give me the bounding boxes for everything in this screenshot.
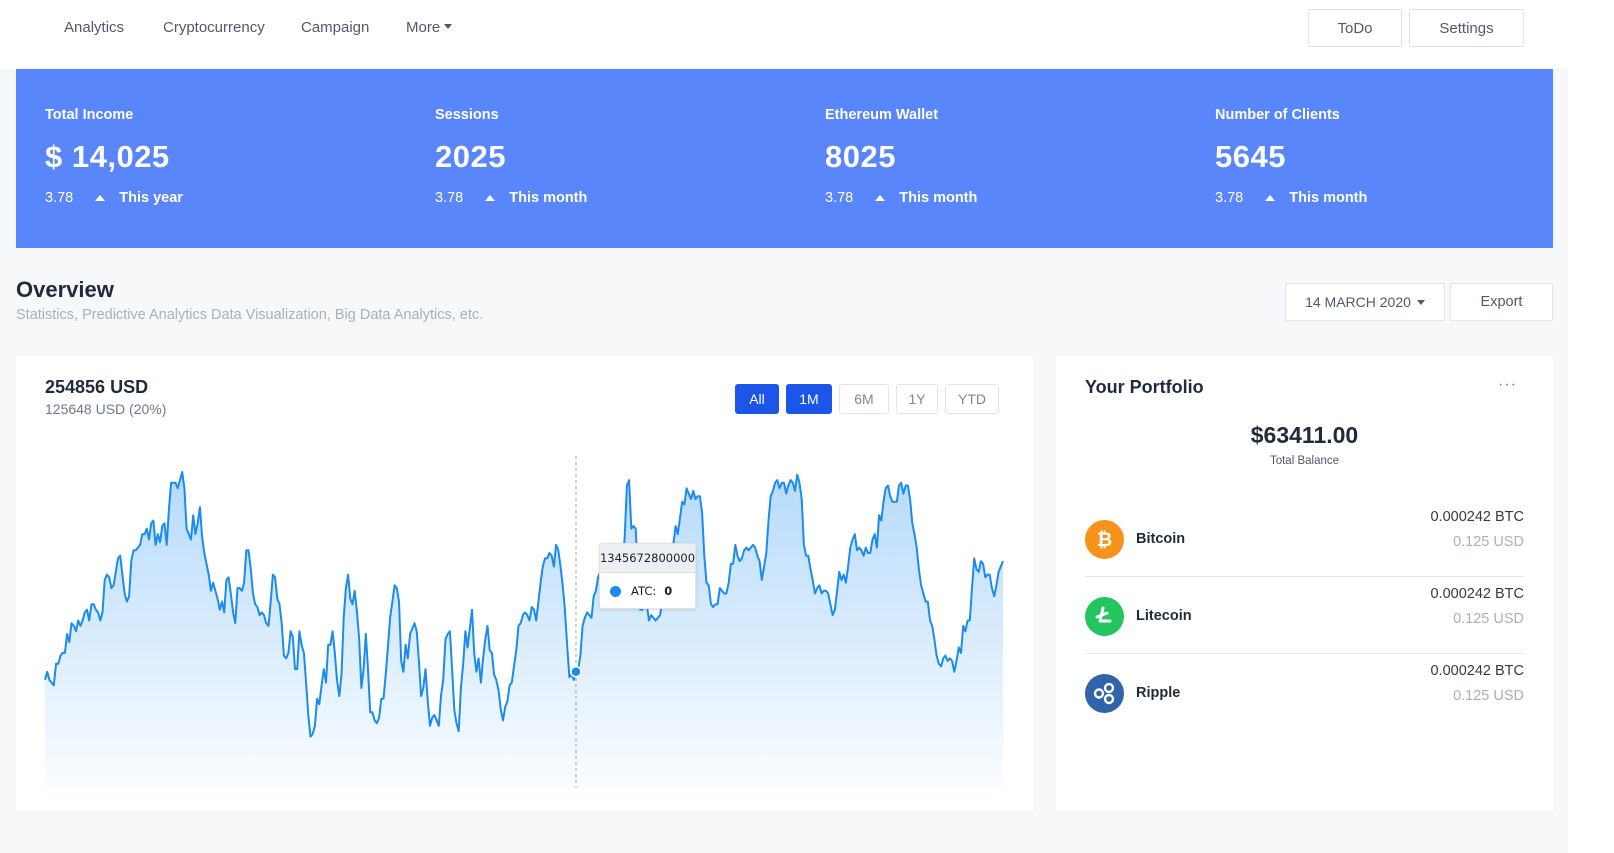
arrow-up-icon [95,195,106,201]
export-button[interactable]: Export [1450,283,1553,321]
chart-sub-amount: 125648 USD (20%) [45,401,167,417]
range-1m-button[interactable]: 1M [786,384,832,414]
stat-label: Ethereum Wallet [825,107,939,123]
range-6m-button[interactable]: 6M [839,384,889,414]
stat-change: 3.78 This month [435,190,587,206]
tooltip-value: 0 [664,584,673,598]
coin-btc-amount: 0.000242 BTC [1430,663,1524,679]
chart-total-amount: 254856 USD [45,377,149,397]
nav-more-dropdown[interactable]: More [406,19,453,37]
coin-name: Ripple [1136,685,1181,701]
stat-total-income: Total Income $ 14,025 3.78 This year [45,69,425,248]
stat-ethereum-wallet: Ethereum Wallet 8025 3.78 This month [825,69,1205,248]
stat-value: 5645 [1215,139,1286,174]
caret-down-icon [1416,299,1425,305]
more-options-icon[interactable]: ··· [1498,376,1517,394]
nav-analytics[interactable]: Analytics [64,19,124,37]
stat-value: 2025 [435,139,506,174]
nav-cryptocurrency[interactable]: Cryptocurrency [163,19,265,37]
range-all-button[interactable]: All [735,384,779,414]
overview-title: Overview [16,277,114,302]
tooltip-series-label: ATC: [631,584,657,598]
total-balance-label: Total Balance [1269,455,1340,467]
svg-text:₿: ₿ [1097,529,1112,551]
area-fill [45,472,1003,788]
stat-change: 3.78 This year [45,190,183,206]
series-marker-icon [610,585,621,597]
range-ytd-button[interactable]: YTD [945,384,999,414]
litecoin-icon [1085,597,1124,636]
arrow-up-icon [485,195,496,201]
date-label: 14 MARCH 2020 [1305,294,1411,310]
stat-sessions: Sessions 2025 3.78 This month [435,69,815,248]
nav-campaign[interactable]: Campaign [301,19,369,37]
area-chart[interactable] [16,356,1033,811]
coin-name: Litecoin [1136,608,1192,624]
arrow-up-icon [875,195,886,201]
top-navbar: Analytics Cryptocurrency Campaign More T… [0,0,1568,69]
chart-card: 254856 USD 125648 USD (20%) All 1M 6M 1Y… [16,356,1033,811]
tooltip-title: 1345672800000 [600,544,695,573]
stat-value: 8025 [825,139,896,174]
stat-period: This month [1289,190,1368,206]
arrow-up-icon [1265,195,1276,201]
stat-change-value: 3.78 [435,190,464,206]
stat-change-value: 3.78 [1215,190,1244,206]
portfolio-card: Your Portfolio ··· $63411.00 Total Balan… [1056,356,1553,811]
overview-subtitle: Statistics, Predictive Analytics Data Vi… [16,307,484,323]
stats-banner: Total Income $ 14,025 3.78 This year Ses… [16,69,1553,248]
coin-usd-amount: 0.125 USD [1453,534,1524,550]
stat-label: Number of Clients [1215,107,1340,123]
stat-period: This year [119,190,183,206]
coin-row-ripple[interactable]: Ripple 0.000242 BTC 0.125 USD [1085,654,1524,731]
stat-label: Sessions [435,107,499,123]
tooltip-body: ATC: 0 [600,573,695,609]
coin-usd-amount: 0.125 USD [1453,688,1524,704]
stat-change: 3.78 This month [825,190,977,206]
stat-change: 3.78 This month [1215,190,1367,206]
stat-change-value: 3.78 [825,190,854,206]
stat-period: This month [509,190,588,206]
bitcoin-icon: ₿ [1085,520,1124,559]
hover-marker [570,666,582,678]
chart-tooltip: 1345672800000 ATC: 0 [599,543,696,609]
coin-name: Bitcoin [1136,531,1186,547]
total-balance-value: $63411.00 [1250,422,1359,448]
stat-value: $ 14,025 [45,139,170,174]
stat-change-value: 3.78 [45,190,74,206]
range-1y-button[interactable]: 1Y [896,384,938,414]
coin-row-litecoin[interactable]: Litecoin 0.000242 BTC 0.125 USD [1085,577,1524,654]
stat-label: Total Income [45,107,134,123]
todo-button[interactable]: ToDo [1308,9,1402,47]
coin-row-bitcoin[interactable]: ₿ Bitcoin 0.000242 BTC 0.125 USD [1085,500,1524,577]
coin-usd-amount: 0.125 USD [1453,611,1524,627]
coin-btc-amount: 0.000242 BTC [1430,509,1524,525]
date-dropdown[interactable]: 14 MARCH 2020 [1285,283,1445,321]
settings-button[interactable]: Settings [1409,9,1524,47]
caret-down-icon [444,24,453,29]
portfolio-title: Your Portfolio [1085,377,1204,397]
coin-btc-amount: 0.000242 BTC [1430,586,1524,602]
stat-period: This month [899,190,978,206]
nav-more-label: More [406,19,441,36]
stat-number-of-clients: Number of Clients 5645 3.78 This month [1215,69,1595,248]
ripple-icon [1085,674,1124,713]
